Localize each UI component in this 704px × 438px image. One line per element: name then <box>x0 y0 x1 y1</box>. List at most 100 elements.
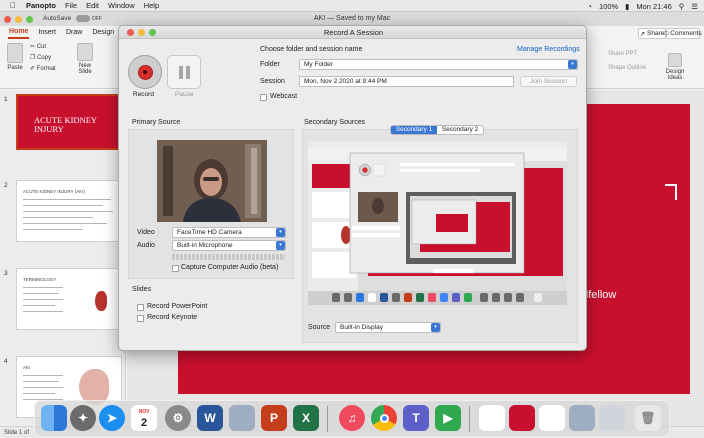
record-session-dialog: Record A Session Record Pause Choose fol… <box>118 25 587 351</box>
tab-insert[interactable]: Insert <box>37 27 57 38</box>
safari-icon[interactable]: ➤ <box>99 405 125 431</box>
design-ideas-button[interactable]: Design Ideas <box>660 53 690 81</box>
launchpad-icon[interactable]: ✦ <box>70 405 96 431</box>
ppt-titlebar: AutoSave OFF AKI — Saved to my Mac <box>0 12 704 26</box>
dock: ✦ ➤ NOV 2 ⚙ W P X ♫ T ▶ 🗑 <box>34 400 670 437</box>
folder-label: Folder <box>260 61 280 68</box>
menu-window[interactable]: Window <box>108 1 135 10</box>
video-select[interactable]: FaceTime HD Camera ▾ <box>172 227 286 238</box>
downloads-icon[interactable] <box>599 405 625 431</box>
scissors-icon: ✂ <box>30 44 36 50</box>
cut-button[interactable]: ✂ Cut <box>30 43 46 50</box>
folder-select[interactable]: My Folder ▾ <box>299 59 578 70</box>
minimized-window-icon[interactable] <box>509 405 535 431</box>
chrome-icon[interactable] <box>371 405 397 431</box>
tab-secondary-1[interactable]: Secondary 1 <box>391 126 437 134</box>
session-label: Session <box>260 78 285 85</box>
menu-app[interactable]: Panopto <box>26 1 56 10</box>
clipboard-icon <box>7 43 23 63</box>
excel-icon[interactable]: X <box>293 405 319 431</box>
control-center-icon[interactable]: ☰ <box>691 2 698 11</box>
slide-thumbnail-title: ACUTE KIDNEY INJURY (AKI) <box>23 189 86 194</box>
slide-thumbnail-2[interactable]: ACUTE KIDNEY INJURY (AKI) <box>16 180 122 242</box>
secondary-sources-title: Secondary Sources <box>304 119 366 126</box>
battery-icon[interactable]: ▮ <box>625 2 629 11</box>
slides-title: Slides <box>132 286 152 293</box>
powerpoint-icon[interactable]: P <box>261 405 287 431</box>
join-session-button[interactable]: Join Session <box>520 76 577 87</box>
wifi-icon[interactable]: ◔ <box>587 2 592 11</box>
menu-help[interactable]: Help <box>144 1 159 10</box>
comments-button[interactable]: □ Comments <box>664 28 702 39</box>
slide-thumbnail-1[interactable]: ACUTE KIDNEY INJURY <box>16 94 122 150</box>
slide-number: 3 <box>4 270 8 277</box>
dialog-title: Record A Session <box>323 28 384 37</box>
new-slide-button[interactable]: New Slide <box>74 43 96 75</box>
format-painter-button[interactable]: ✐ Format <box>30 65 56 72</box>
share-button[interactable]: ↗ Share <box>638 28 666 39</box>
slide-number: 2 <box>4 182 8 189</box>
search-icon[interactable]: ⚲ <box>679 2 685 11</box>
webcast-checkbox[interactable] <box>260 94 267 101</box>
shape-outline-button[interactable]: Shape Outline <box>608 65 646 71</box>
primary-source-title: Primary Source <box>132 119 181 126</box>
design-ideas-icon <box>668 53 682 67</box>
copy-icon: ❐ <box>30 55 36 61</box>
minimized-window-icon[interactable] <box>479 405 505 431</box>
panopto-icon[interactable]: ▶ <box>435 405 461 431</box>
slide-thumbnail-title: ACUTE KIDNEY INJURY <box>34 115 97 134</box>
capture-audio-checkbox[interactable] <box>172 265 179 272</box>
music-icon[interactable]: ♫ <box>339 405 365 431</box>
record-button[interactable] <box>128 55 162 89</box>
menu-edit[interactable]: Edit <box>86 1 99 10</box>
tab-home[interactable]: Home <box>8 26 30 39</box>
chevron-down-icon: ▾ <box>431 323 440 332</box>
source-select[interactable]: Built-in Display ▾ <box>335 322 441 333</box>
menu-bar:  Panopto File Edit Window Help ◔ 100% ▮… <box>0 0 704 12</box>
word-icon[interactable]: W <box>197 405 223 431</box>
slide-number: 1 <box>4 96 8 103</box>
record-keynote-checkbox[interactable] <box>137 315 144 322</box>
trash-icon[interactable]: 🗑 <box>635 405 661 431</box>
clock[interactable]: Mon 21:46 <box>636 2 671 11</box>
audio-label: Audio <box>137 242 155 249</box>
webcam-preview <box>157 140 267 222</box>
chevron-down-icon: ▾ <box>276 228 285 237</box>
audio-select[interactable]: Built-in Microphone ▾ <box>172 240 286 251</box>
system-preferences-icon[interactable]: ⚙ <box>165 405 191 431</box>
menu-file[interactable]: File <box>65 1 77 10</box>
record-keynote-label: Record Keynote <box>147 314 198 321</box>
slide-thumbnail-3[interactable]: TERMINOLOGY <box>16 268 122 330</box>
paste-button[interactable]: Paste <box>4 43 26 71</box>
preview-icon[interactable] <box>229 405 255 431</box>
finder-icon[interactable] <box>41 405 67 431</box>
calendar-icon[interactable]: NOV 2 <box>131 405 157 431</box>
share-ppt-button[interactable]: Share PPT <box>608 51 637 57</box>
choose-folder-label: Choose folder and session name <box>260 46 363 53</box>
screen-capture-preview <box>308 142 567 305</box>
dock-separator <box>469 406 470 432</box>
webcast-label: Webcast <box>270 93 298 100</box>
webcam-image <box>157 140 267 222</box>
pause-icon <box>178 65 183 79</box>
secondary-tabs: Secondary 1 Secondary 2 <box>390 125 484 135</box>
minimized-window-icon[interactable] <box>539 405 565 431</box>
slide-thumbnail-title: TERMINOLOGY <box>23 277 57 282</box>
tab-design[interactable]: Design <box>91 27 115 38</box>
minimized-window-icon[interactable] <box>569 405 595 431</box>
record-powerpoint-checkbox[interactable] <box>137 304 144 311</box>
record-label: Record <box>133 91 154 98</box>
copy-button[interactable]: ❐ Copy <box>30 54 51 61</box>
record-icon <box>137 64 153 80</box>
record-powerpoint-label: Record PowerPoint <box>147 303 208 310</box>
apple-icon[interactable]:  <box>10 1 20 10</box>
pause-label: Pause <box>175 91 194 98</box>
tab-draw[interactable]: Draw <box>65 27 83 38</box>
teams-icon[interactable]: T <box>403 405 429 431</box>
slide-thumbnail-title: AKI <box>23 365 31 370</box>
session-name-input[interactable]: Mon, Nov 2 2020 at 9:44 PM <box>299 76 514 87</box>
pause-button[interactable] <box>167 55 201 89</box>
share-icon: ↗ <box>639 30 646 38</box>
tab-secondary-2[interactable]: Secondary 2 <box>437 126 483 134</box>
manage-recordings-link[interactable]: Manage Recordings <box>517 46 580 53</box>
